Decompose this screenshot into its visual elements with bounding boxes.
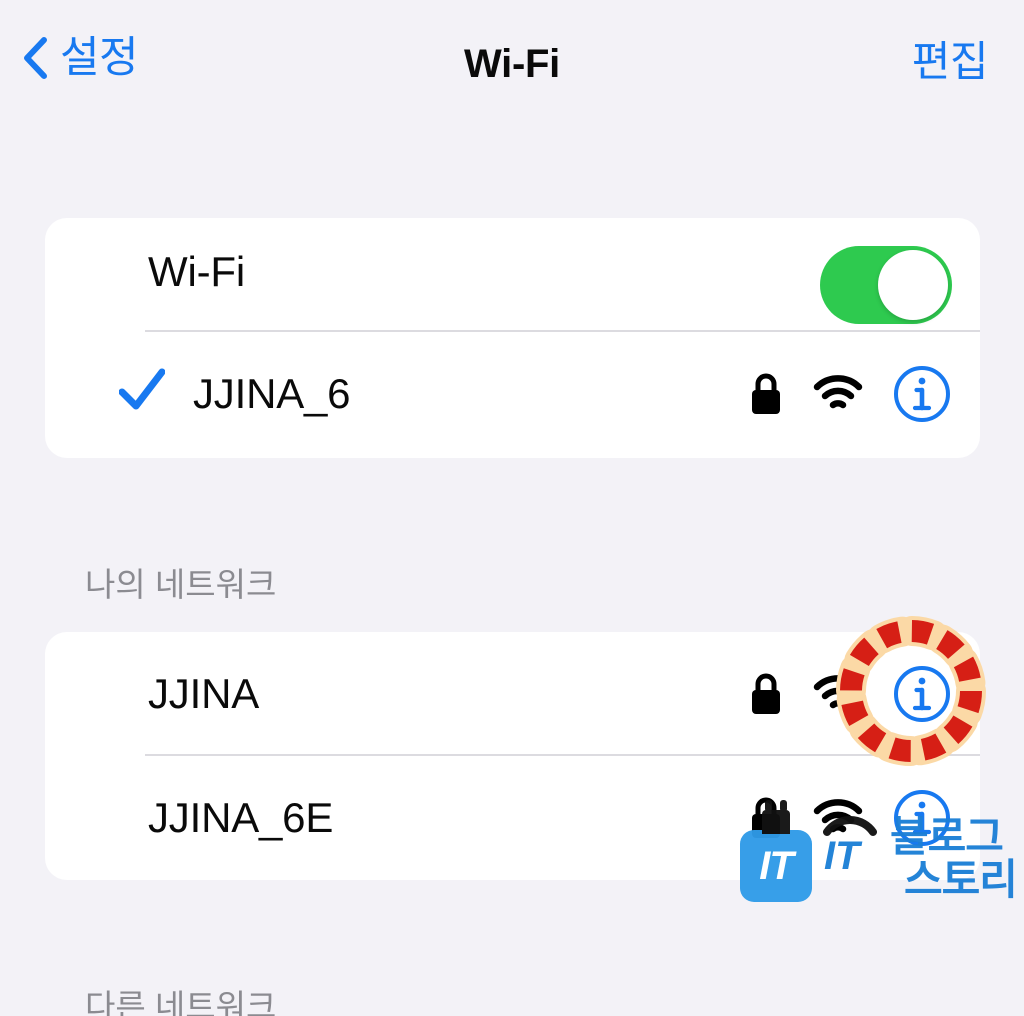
- network-ssid: JJINA: [148, 670, 260, 717]
- network-icon-group: [748, 364, 952, 424]
- network-ssid: JJINA_6E: [148, 794, 334, 841]
- info-circle-icon[interactable]: [892, 364, 952, 424]
- network-icon-group: [748, 788, 952, 848]
- wifi-toggle-knob: [878, 250, 948, 320]
- info-circle-icon[interactable]: [892, 664, 952, 724]
- network-row-connected[interactable]: JJINA_6: [45, 332, 980, 456]
- section-header-my-networks: 나의 네트워크: [85, 566, 277, 603]
- section-header-other-networks: 다른 네트워크: [85, 988, 277, 1016]
- wifi-toggle-row[interactable]: Wi-Fi: [45, 218, 980, 332]
- network-ssid: JJINA_6: [193, 370, 351, 417]
- network-row-jjina-6e[interactable]: JJINA_6E: [45, 756, 980, 880]
- wifi-toggle-label: Wi-Fi: [148, 248, 245, 295]
- edit-button[interactable]: 편집: [912, 39, 989, 84]
- wifi-signal-icon: [813, 375, 863, 409]
- lock-icon: [752, 373, 780, 414]
- lock-icon: [752, 797, 780, 838]
- network-row-jjina[interactable]: JJINA: [45, 632, 980, 756]
- my-networks-card: JJINA JJINA_6E: [45, 632, 980, 880]
- info-circle-icon[interactable]: [892, 788, 952, 848]
- wifi-signal-icon: [813, 675, 863, 709]
- network-icon-group: [748, 664, 952, 724]
- navigation-bar: 설정 Wi-Fi 편집: [0, 0, 1024, 138]
- checkmark-icon: [119, 368, 165, 410]
- wifi-toggle[interactable]: [820, 246, 952, 324]
- page-title: Wi-Fi: [464, 42, 560, 86]
- wifi-signal-icon: [813, 799, 863, 833]
- lock-icon: [752, 673, 780, 714]
- wifi-settings-card: Wi-Fi JJINA_6: [45, 218, 980, 458]
